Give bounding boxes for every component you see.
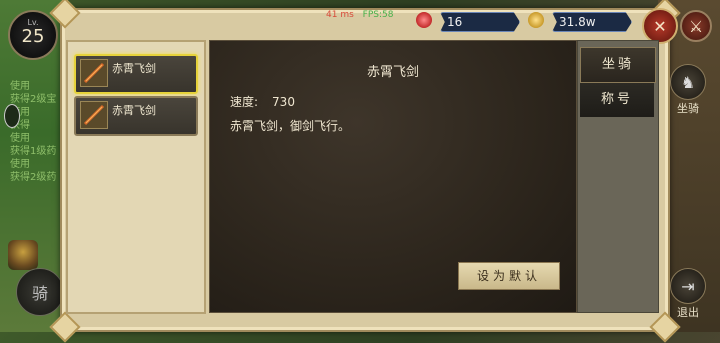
mount-description: 赤霄飞剑，御剑飞行。 — [230, 119, 351, 133]
close-icon: ✕ — [653, 16, 667, 36]
tab-mount[interactable]: 坐骑 — [580, 47, 656, 83]
network-status: 41 ms FPS:58 — [326, 10, 393, 20]
fps-text: FPS:58 — [362, 10, 394, 20]
exit-label: 退出 — [677, 306, 699, 319]
flying-sword-icon — [80, 59, 108, 87]
horse-icon: ♞ — [670, 64, 706, 100]
flying-sword-icon — [80, 101, 108, 129]
gem-icon — [416, 12, 432, 28]
list-item[interactable]: 赤霄飞剑 — [74, 96, 198, 136]
level-badge[interactable]: Lv. 25 — [8, 10, 58, 60]
latency-text: 41 ms — [326, 10, 354, 20]
close-button[interactable]: ✕ — [642, 8, 678, 44]
ride-button[interactable]: 骑 — [16, 268, 64, 316]
speed-label: 速度: — [230, 95, 259, 109]
gold-icon — [528, 12, 544, 28]
mount-list: 赤霄飞剑 赤霄飞剑 — [66, 40, 206, 314]
exit-button[interactable]: ⇥ 退出 — [668, 268, 708, 320]
gold-counter: 31.8w — [552, 12, 632, 32]
tools-button[interactable]: ⚔ — [680, 10, 712, 42]
crossed-swords-icon: ⚔ — [688, 16, 704, 36]
gem-count: 16 — [447, 15, 463, 29]
ride-button-label: 骑 — [31, 284, 48, 303]
mount-menu-label: 坐骑 — [677, 102, 699, 115]
tab-title[interactable]: 称号 — [580, 83, 654, 117]
gold-count: 31.8w — [559, 15, 596, 29]
mount-menu-button[interactable]: ♞ 坐骑 — [668, 64, 708, 116]
exit-door-icon: ⇥ — [670, 268, 706, 304]
speed-row: 速度: 730 — [230, 93, 295, 110]
category-tabs: 坐骑 称号 — [577, 40, 659, 313]
player-character — [8, 240, 38, 270]
list-item-selected[interactable]: 赤霄飞剑 — [74, 54, 198, 94]
mount-detail: 赤霄飞剑 速度: 730 赤霄飞剑，御剑飞行。 设为默认 — [209, 40, 577, 313]
mount-title: 赤霄飞剑 — [366, 65, 419, 80]
side-tool-button[interactable] — [4, 104, 20, 128]
list-item-name: 赤霄飞剑 — [112, 104, 156, 117]
list-item-name: 赤霄飞剑 — [112, 62, 156, 75]
gem-counter: 16 — [440, 12, 520, 32]
speed-value: 730 — [272, 95, 295, 109]
set-default-button[interactable]: 设为默认 — [458, 262, 560, 290]
level-value: 25 — [21, 26, 45, 47]
